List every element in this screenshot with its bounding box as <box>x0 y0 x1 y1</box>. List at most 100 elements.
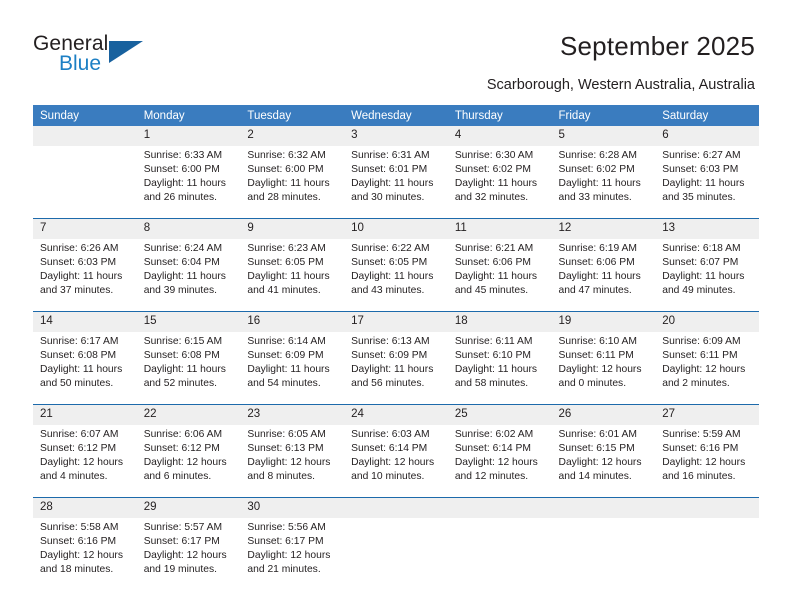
weekday-header-thursday: Thursday <box>447 105 552 126</box>
day-cell: Sunrise: 6:22 AM Sunset: 6:05 PM Dayligh… <box>344 239 448 312</box>
sunset-text: Sunset: 6:16 PM <box>662 443 739 455</box>
day-number: 23 <box>240 404 345 425</box>
daylight-text-line1: Daylight: 11 hours <box>40 364 123 376</box>
daylight-text-line2: and 37 minutes. <box>40 285 114 297</box>
weekday-header-wednesday: Wednesday <box>344 105 448 126</box>
sunrise-text: Sunrise: 6:17 AM <box>40 336 119 347</box>
daylight-text-line2: and 39 minutes. <box>143 285 217 297</box>
sunrise-text: Sunrise: 6:05 AM <box>247 429 326 440</box>
daylight-text-line1: Daylight: 12 hours <box>247 457 331 469</box>
sunrise-text: Sunrise: 6:14 AM <box>247 336 326 347</box>
daylight-text-line2: and 19 minutes. <box>143 564 217 576</box>
daylight-text-line1: Daylight: 12 hours <box>351 457 435 469</box>
daylight-text-line1: Daylight: 11 hours <box>143 364 226 376</box>
daylight-text-line1: Daylight: 12 hours <box>40 457 123 469</box>
day-cell: Sunrise: 6:14 AM Sunset: 6:09 PM Dayligh… <box>240 332 345 405</box>
week-row-details: Sunrise: 6:07 AM Sunset: 6:12 PM Dayligh… <box>33 425 759 498</box>
day-number: 1 <box>136 126 241 146</box>
calendar-page: General Blue September 2025 Scarborough,… <box>0 0 792 612</box>
daylight-text-line2: and 4 minutes. <box>40 471 108 483</box>
general-blue-logo[interactable]: General Blue <box>33 32 163 80</box>
day-number: 12 <box>551 218 656 239</box>
day-cell: Sunrise: 6:15 AM Sunset: 6:08 PM Dayligh… <box>136 332 241 405</box>
day-cell: Sunrise: 6:24 AM Sunset: 6:04 PM Dayligh… <box>136 239 241 312</box>
daylight-text-line2: and 0 minutes. <box>558 378 627 390</box>
day-number <box>33 126 137 146</box>
day-cell: Sunrise: 5:59 AM Sunset: 6:16 PM Dayligh… <box>655 425 759 498</box>
sunset-text: Sunset: 6:17 PM <box>143 536 220 548</box>
day-number: 14 <box>33 311 137 332</box>
day-cell: Sunrise: 6:07 AM Sunset: 6:12 PM Dayligh… <box>33 425 137 498</box>
day-number: 15 <box>136 311 241 332</box>
day-cell <box>33 146 137 219</box>
daylight-text-line1: Daylight: 11 hours <box>351 364 434 376</box>
daylight-text-line1: Daylight: 12 hours <box>40 550 123 562</box>
daylight-text-line2: and 8 minutes. <box>247 471 315 483</box>
sunset-text: Sunset: 6:09 PM <box>351 350 428 362</box>
daylight-text-line1: Daylight: 11 hours <box>454 364 538 376</box>
day-cell: Sunrise: 6:19 AM Sunset: 6:06 PM Dayligh… <box>551 239 656 312</box>
daylight-text-line2: and 26 minutes. <box>143 192 217 204</box>
day-number: 17 <box>344 311 448 332</box>
sunrise-text: Sunrise: 6:02 AM <box>454 429 534 440</box>
sunset-text: Sunset: 6:07 PM <box>662 257 739 269</box>
sunrise-text: Sunrise: 5:56 AM <box>247 522 326 533</box>
day-cell: Sunrise: 6:33 AM Sunset: 6:00 PM Dayligh… <box>136 146 241 219</box>
weekday-header-saturday: Saturday <box>655 105 759 126</box>
day-cell: Sunrise: 5:56 AM Sunset: 6:17 PM Dayligh… <box>240 518 345 590</box>
day-number: 22 <box>136 404 241 425</box>
sunrise-text: Sunrise: 6:03 AM <box>351 429 430 440</box>
daylight-text-line2: and 52 minutes. <box>143 378 217 390</box>
day-cell: Sunrise: 5:57 AM Sunset: 6:17 PM Dayligh… <box>136 518 241 590</box>
sunrise-text: Sunrise: 5:59 AM <box>662 429 741 440</box>
sunrise-text: Sunrise: 6:11 AM <box>454 336 533 347</box>
calendar-grid: Sunday Monday Tuesday Wednesday Thursday… <box>33 105 759 590</box>
week-row-details: Sunrise: 6:33 AM Sunset: 6:00 PM Dayligh… <box>33 146 759 219</box>
daylight-text-line1: Daylight: 11 hours <box>662 271 745 283</box>
daylight-text-line1: Daylight: 11 hours <box>247 271 330 283</box>
day-cell: Sunrise: 6:26 AM Sunset: 6:03 PM Dayligh… <box>33 239 137 312</box>
daylight-text-line2: and 32 minutes. <box>454 192 529 204</box>
day-cell: Sunrise: 6:10 AM Sunset: 6:11 PM Dayligh… <box>551 332 656 405</box>
day-number: 28 <box>33 497 137 518</box>
sunrise-text: Sunrise: 6:21 AM <box>454 243 534 254</box>
daylight-text-line2: and 12 minutes. <box>454 471 529 483</box>
page-subtitle-location: Scarborough, Western Australia, Australi… <box>486 77 755 93</box>
sunrise-text: Sunrise: 6:10 AM <box>558 336 637 347</box>
day-number: 9 <box>240 218 345 239</box>
sunrise-text: Sunrise: 6:28 AM <box>558 150 637 161</box>
sunset-text: Sunset: 6:14 PM <box>454 443 531 455</box>
day-number: 25 <box>447 404 552 425</box>
sunset-text: Sunset: 6:16 PM <box>40 536 117 548</box>
weekday-header-sunday: Sunday <box>33 105 137 126</box>
day-cell: Sunrise: 5:58 AM Sunset: 6:16 PM Dayligh… <box>33 518 137 590</box>
day-number: 5 <box>551 126 656 146</box>
sunset-text: Sunset: 6:00 PM <box>247 164 324 176</box>
sunset-text: Sunset: 6:13 PM <box>247 443 324 455</box>
day-number: 2 <box>240 126 345 146</box>
sunset-text: Sunset: 6:12 PM <box>40 443 117 455</box>
sunrise-text: Sunrise: 6:13 AM <box>351 336 430 347</box>
daylight-text-line1: Daylight: 11 hours <box>351 178 434 190</box>
sunrise-text: Sunrise: 6:26 AM <box>40 243 119 254</box>
day-cell <box>551 518 656 590</box>
day-cell: Sunrise: 6:05 AM Sunset: 6:13 PM Dayligh… <box>240 425 345 498</box>
sunrise-text: Sunrise: 6:15 AM <box>143 336 223 347</box>
week-row-daynumbers: 21 22 23 24 25 26 27 <box>33 404 759 425</box>
sunset-text: Sunset: 6:08 PM <box>143 350 220 362</box>
sunrise-text: Sunrise: 6:30 AM <box>454 150 534 161</box>
day-number: 7 <box>33 218 137 239</box>
day-cell: Sunrise: 6:27 AM Sunset: 6:03 PM Dayligh… <box>655 146 759 219</box>
daylight-text-line2: and 28 minutes. <box>247 192 321 204</box>
daylight-text-line1: Daylight: 12 hours <box>662 364 746 376</box>
sunrise-text: Sunrise: 6:06 AM <box>143 429 223 440</box>
day-number: 13 <box>655 218 759 239</box>
day-cell: Sunrise: 6:30 AM Sunset: 6:02 PM Dayligh… <box>447 146 552 219</box>
daylight-text-line1: Daylight: 11 hours <box>662 178 745 190</box>
sunset-text: Sunset: 6:05 PM <box>247 257 324 269</box>
sunrise-text: Sunrise: 6:23 AM <box>247 243 326 254</box>
daylight-text-line2: and 49 minutes. <box>662 285 736 297</box>
day-cell: Sunrise: 6:03 AM Sunset: 6:14 PM Dayligh… <box>344 425 448 498</box>
sunset-text: Sunset: 6:08 PM <box>40 350 117 362</box>
day-number: 26 <box>551 404 656 425</box>
